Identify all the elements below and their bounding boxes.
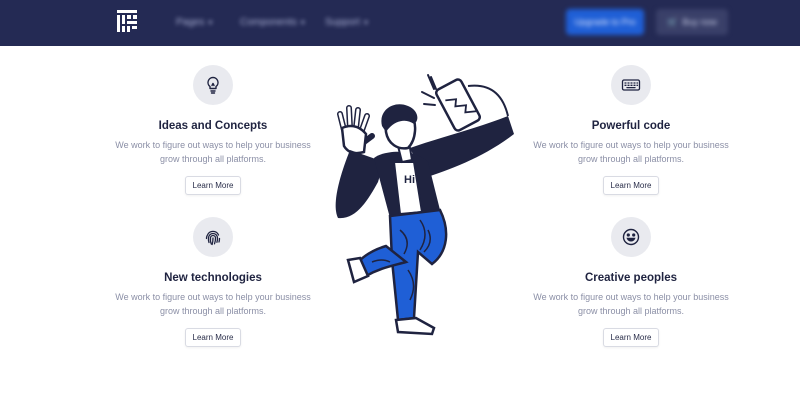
nav-item-label: Pages: [176, 16, 205, 28]
feature-description-line: grow through all platforms.: [577, 306, 685, 316]
feature-description: We work to figure out ways to help your …: [516, 290, 746, 318]
buy-now-button[interactable]: 🛒 Buy now: [656, 9, 728, 35]
feature-description-line: We work to figure out ways to help your …: [115, 292, 311, 302]
upgrade-button[interactable]: Upgrade to Pro: [566, 9, 644, 35]
feature-description-line: grow through all platforms.: [577, 154, 685, 164]
feature-ideas: Ideas and Concepts We work to figure out…: [98, 65, 328, 195]
feature-description-line: grow through all platforms.: [159, 306, 267, 316]
feature-new-technologies: New technologies We work to figure out w…: [98, 217, 328, 347]
feature-icon-circle: [193, 217, 233, 257]
feature-description-line: We work to figure out ways to help your …: [533, 140, 729, 150]
keyboard-icon: [621, 79, 641, 91]
nav-item-label: Components: [240, 16, 297, 28]
learn-more-button[interactable]: Learn More: [602, 176, 660, 195]
navbar: Pages ▾ Components ▾ Support ▾ Upgrade t…: [0, 0, 800, 46]
learn-more-button[interactable]: Learn More: [602, 328, 660, 347]
learn-more-button[interactable]: Learn More: [184, 176, 242, 195]
shirt-text: Hi: [404, 174, 415, 186]
feature-icon-circle: [611, 217, 651, 257]
waving-hand: [337, 105, 375, 155]
feature-icon-circle: [193, 65, 233, 105]
feature-title: Creative peoples: [584, 272, 678, 284]
smiley-icon: [622, 228, 640, 246]
nav-item-label: Support: [325, 16, 361, 28]
lightbulb-icon: [207, 76, 219, 94]
feature-description-line: grow through all platforms.: [159, 154, 267, 164]
feature-description: We work to figure out ways to help your …: [98, 138, 328, 166]
cart-icon: 🛒: [667, 16, 679, 27]
nav-item-components[interactable]: Components ▾: [240, 16, 305, 28]
feature-creative-peoples: Creative peoples We work to figure out w…: [516, 217, 746, 347]
chevron-down-icon: ▾: [364, 17, 369, 27]
selfie-person-illustration: Hi: [335, 74, 514, 336]
feature-description-line: We work to figure out ways to help your …: [115, 140, 311, 150]
buy-now-label: Buy now: [682, 17, 717, 27]
feature-icon-circle: [611, 65, 651, 105]
feature-description-line: We work to figure out ways to help your …: [533, 292, 729, 302]
nav-item-support[interactable]: Support ▾: [325, 16, 368, 28]
nav-item-pages[interactable]: Pages ▾: [176, 16, 212, 28]
feature-title: Powerful code: [591, 120, 671, 132]
feature-description: We work to figure out ways to help your …: [516, 138, 746, 166]
chevron-down-icon: ▾: [300, 17, 305, 27]
feature-description: We work to figure out ways to help your …: [98, 290, 328, 318]
chevron-down-icon: ▾: [208, 17, 213, 27]
brand-logo-icon[interactable]: [116, 9, 138, 33]
learn-more-button[interactable]: Learn More: [184, 328, 242, 347]
feature-title: Ideas and Concepts: [158, 120, 268, 132]
fingerprint-icon: [205, 230, 221, 246]
feature-title: New technologies: [164, 272, 262, 284]
feature-powerful-code: Powerful code We work to figure out ways…: [516, 65, 746, 195]
